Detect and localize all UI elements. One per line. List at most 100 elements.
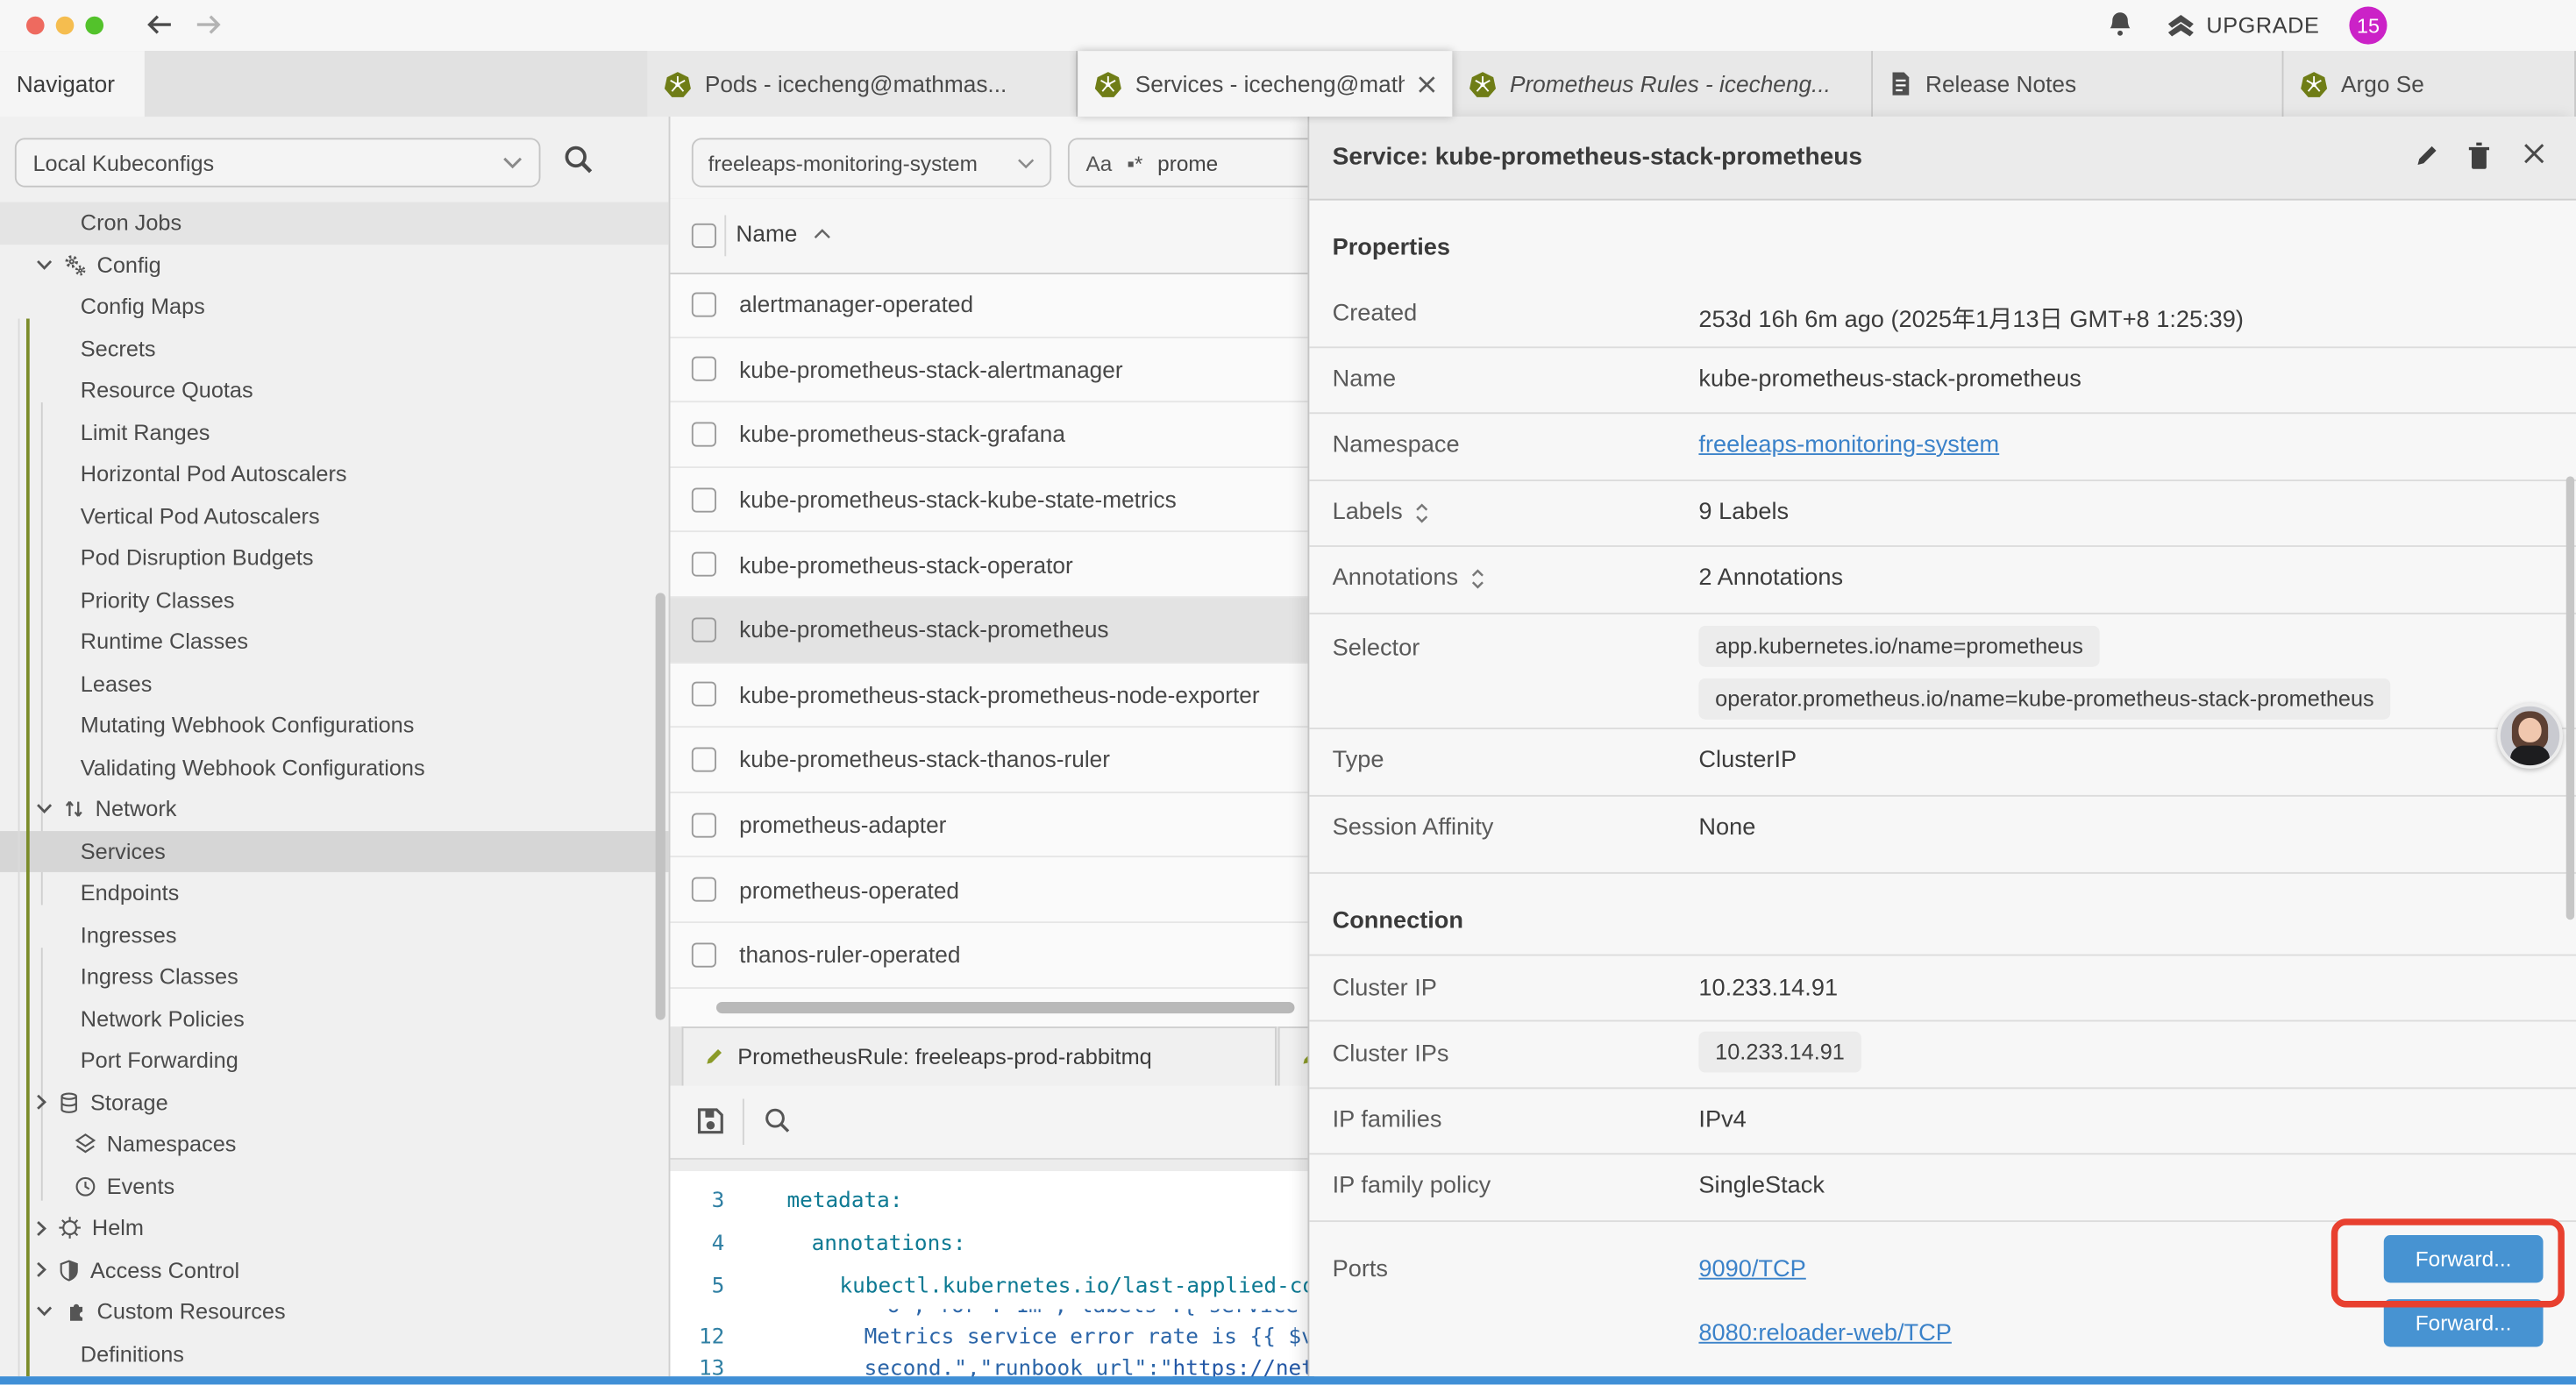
- horizontal-scrollbar[interactable]: [716, 1002, 1295, 1013]
- table-row[interactable]: kube-prometheus-stack-kube-state-metrics: [670, 468, 1307, 533]
- match-case-toggle[interactable]: Aa: [1086, 150, 1113, 174]
- sidebar-item-resource-quotas[interactable]: Resource Quotas: [0, 370, 670, 412]
- row-checkbox[interactable]: [692, 487, 716, 512]
- row-checkbox[interactable]: [692, 747, 716, 771]
- namespace-link[interactable]: freeleaps-monitoring-system: [1698, 432, 1999, 458]
- sidebar-item-mutating-webhook-configurations[interactable]: Mutating Webhook Configurations: [0, 705, 670, 747]
- table-row[interactable]: prometheus-operated: [670, 858, 1307, 923]
- namespace-selector[interactable]: freeleaps-monitoring-system: [692, 138, 1051, 187]
- row-checkbox[interactable]: [692, 617, 716, 642]
- sidebar-item-network-policies[interactable]: Network Policies: [0, 998, 670, 1040]
- annotation-highlight-rect: [2331, 1218, 2565, 1307]
- sidebar-item-port-forwarding[interactable]: Port Forwarding: [0, 1040, 670, 1082]
- sidebar-item-events[interactable]: Events: [0, 1165, 670, 1207]
- row-checkbox[interactable]: [692, 357, 716, 381]
- table-row[interactable]: kube-prometheus-stack-prometheus-node-ex…: [670, 663, 1307, 728]
- table-row[interactable]: kube-prometheus-stack-grafana: [670, 402, 1307, 467]
- row-checkbox[interactable]: [692, 292, 716, 316]
- window-zoom-button[interactable]: [85, 17, 103, 35]
- upgrade-icon[interactable]: [2166, 10, 2197, 41]
- search-icon[interactable]: [562, 143, 594, 175]
- sidebar-item-priority-classes[interactable]: Priority Classes: [0, 579, 670, 621]
- sidebar-item-namespaces[interactable]: Namespaces: [0, 1124, 670, 1166]
- table-row[interactable]: alertmanager-operated: [670, 273, 1307, 337]
- sort-updown-icon[interactable]: [1414, 501, 1429, 522]
- tab-navigator[interactable]: Navigator: [0, 51, 145, 117]
- row-checkbox[interactable]: [692, 942, 716, 967]
- sidebar-item-runtime-classes[interactable]: Runtime Classes: [0, 621, 670, 663]
- close-icon[interactable]: [1418, 75, 1436, 93]
- row-checkbox[interactable]: [692, 552, 716, 577]
- sidebar-item-leases[interactable]: Leases: [0, 663, 670, 705]
- sidebar-item-helm[interactable]: Helm: [0, 1207, 670, 1249]
- document-icon: [1889, 71, 1912, 97]
- forward-arrow-icon[interactable]: [194, 11, 224, 38]
- port-link-8080[interactable]: 8080:reloader-web/TCP: [1698, 1320, 1951, 1346]
- regex-toggle[interactable]: ▪*: [1127, 150, 1142, 174]
- tab-services[interactable]: Services - icecheng@math...: [1078, 51, 1452, 117]
- sidebar-item-horizontal-pod-autoscalers[interactable]: Horizontal Pod Autoscalers: [0, 453, 670, 495]
- upgrade-button[interactable]: UPGRADE: [2206, 13, 2319, 38]
- search-icon[interactable]: [762, 1105, 792, 1135]
- bell-icon[interactable]: [2106, 10, 2134, 39]
- sidebar-item-pod-disruption-budgets[interactable]: Pod Disruption Budgets: [0, 537, 670, 579]
- table-row[interactable]: thanos-ruler-operated: [670, 923, 1307, 988]
- yaml-editor[interactable]: 3 metadata: 4 annotations: 5 kubectl.kub…: [670, 1171, 1307, 1376]
- sidebar-scrollbar[interactable]: [656, 593, 665, 1019]
- port-link-9090[interactable]: 9090/TCP: [1698, 1256, 1805, 1282]
- row-checkbox[interactable]: [692, 682, 716, 707]
- sidebar-item-services[interactable]: Services: [0, 830, 670, 872]
- sidebar-item-cron-jobs[interactable]: Cron Jobs: [0, 202, 670, 244]
- trash-icon[interactable]: [2466, 141, 2492, 171]
- close-icon[interactable]: [2522, 141, 2546, 166]
- sidebar-item-vertical-pod-autoscalers[interactable]: Vertical Pod Autoscalers: [0, 495, 670, 537]
- sidebar-item-config-maps[interactable]: Config Maps: [0, 286, 670, 328]
- table-row[interactable]: kube-prometheus-stack-thanos-ruler: [670, 728, 1307, 792]
- tab-pods[interactable]: Pods - icecheng@mathmas...: [647, 51, 1078, 117]
- sidebar-item-validating-webhook-configurations[interactable]: Validating Webhook Configurations: [0, 747, 670, 789]
- sidebar-item-config[interactable]: Config: [0, 244, 670, 286]
- back-arrow-icon[interactable]: [145, 11, 174, 38]
- sort-updown-icon[interactable]: [1469, 567, 1484, 588]
- column-header-name[interactable]: Name: [736, 220, 831, 246]
- selector-chip[interactable]: operator.prometheus.io/name=kube-prometh…: [1698, 678, 2390, 720]
- save-icon[interactable]: [695, 1105, 727, 1137]
- table-row-selected[interactable]: kube-prometheus-stack-prometheus: [670, 598, 1307, 663]
- sidebar-item-ingresses[interactable]: Ingresses: [0, 914, 670, 956]
- window-close-button[interactable]: [26, 17, 45, 35]
- list-search-input[interactable]: Aa ▪* prome: [1068, 138, 1308, 187]
- sidebar-item-secrets[interactable]: Secrets: [0, 328, 670, 370]
- dock-tab-prometheusrule[interactable]: PrometheusRule: freeleaps-prod-rabbitmq: [682, 1026, 1277, 1085]
- sidebar-item-network[interactable]: Network: [0, 788, 670, 830]
- navigator-tree: Cron Jobs Config Config Maps Secrets Res…: [0, 202, 670, 1374]
- avatar[interactable]: [2497, 703, 2563, 769]
- sidebar-item-limit-ranges[interactable]: Limit Ranges: [0, 411, 670, 453]
- table-row[interactable]: kube-prometheus-stack-alertmanager: [670, 337, 1307, 402]
- tab-argo[interactable]: Argo Se: [2283, 51, 2576, 117]
- sidebar-item-custom-resources[interactable]: Custom Resources: [0, 1291, 670, 1333]
- notification-badge[interactable]: 15: [2349, 6, 2387, 44]
- kubeconfig-selector[interactable]: Local Kubeconfigs: [15, 138, 541, 187]
- row-checkbox[interactable]: [692, 813, 716, 837]
- table-row[interactable]: prometheus-adapter: [670, 793, 1307, 858]
- editor-dock: PrometheusRule: freeleaps-prod-rabbitmq …: [670, 1026, 1307, 1376]
- chevron-down-icon: [1017, 157, 1035, 168]
- table-row[interactable]: kube-prometheus-stack-operator: [670, 533, 1307, 598]
- row-checkbox[interactable]: [692, 877, 716, 902]
- tab-prometheus-rules[interactable]: Prometheus Rules - icecheng...: [1452, 51, 1873, 117]
- edit-pencil-icon[interactable]: [2413, 141, 2441, 169]
- sidebar-item-definitions[interactable]: Definitions: [0, 1333, 670, 1375]
- select-all-checkbox[interactable]: [692, 224, 716, 248]
- chevron-down-icon: [36, 1306, 53, 1318]
- sidebar-item-storage[interactable]: Storage: [0, 1082, 670, 1124]
- tab-release-notes[interactable]: Release Notes: [1873, 51, 2283, 117]
- selector-chip[interactable]: app.kubernetes.io/name=prometheus: [1698, 626, 2099, 667]
- row-checkbox[interactable]: [692, 423, 716, 447]
- list-toolbar: freeleaps-monitoring-system Aa ▪* prome: [670, 117, 1307, 201]
- window-minimize-button[interactable]: [56, 17, 75, 35]
- drawer-scrollbar[interactable]: [2566, 476, 2574, 920]
- sidebar-item-endpoints[interactable]: Endpoints: [0, 872, 670, 914]
- sidebar-item-access-control[interactable]: Access Control: [0, 1249, 670, 1291]
- cluster-ip-chip[interactable]: 10.233.14.91: [1698, 1032, 1861, 1073]
- sidebar-item-ingress-classes[interactable]: Ingress Classes: [0, 956, 670, 998]
